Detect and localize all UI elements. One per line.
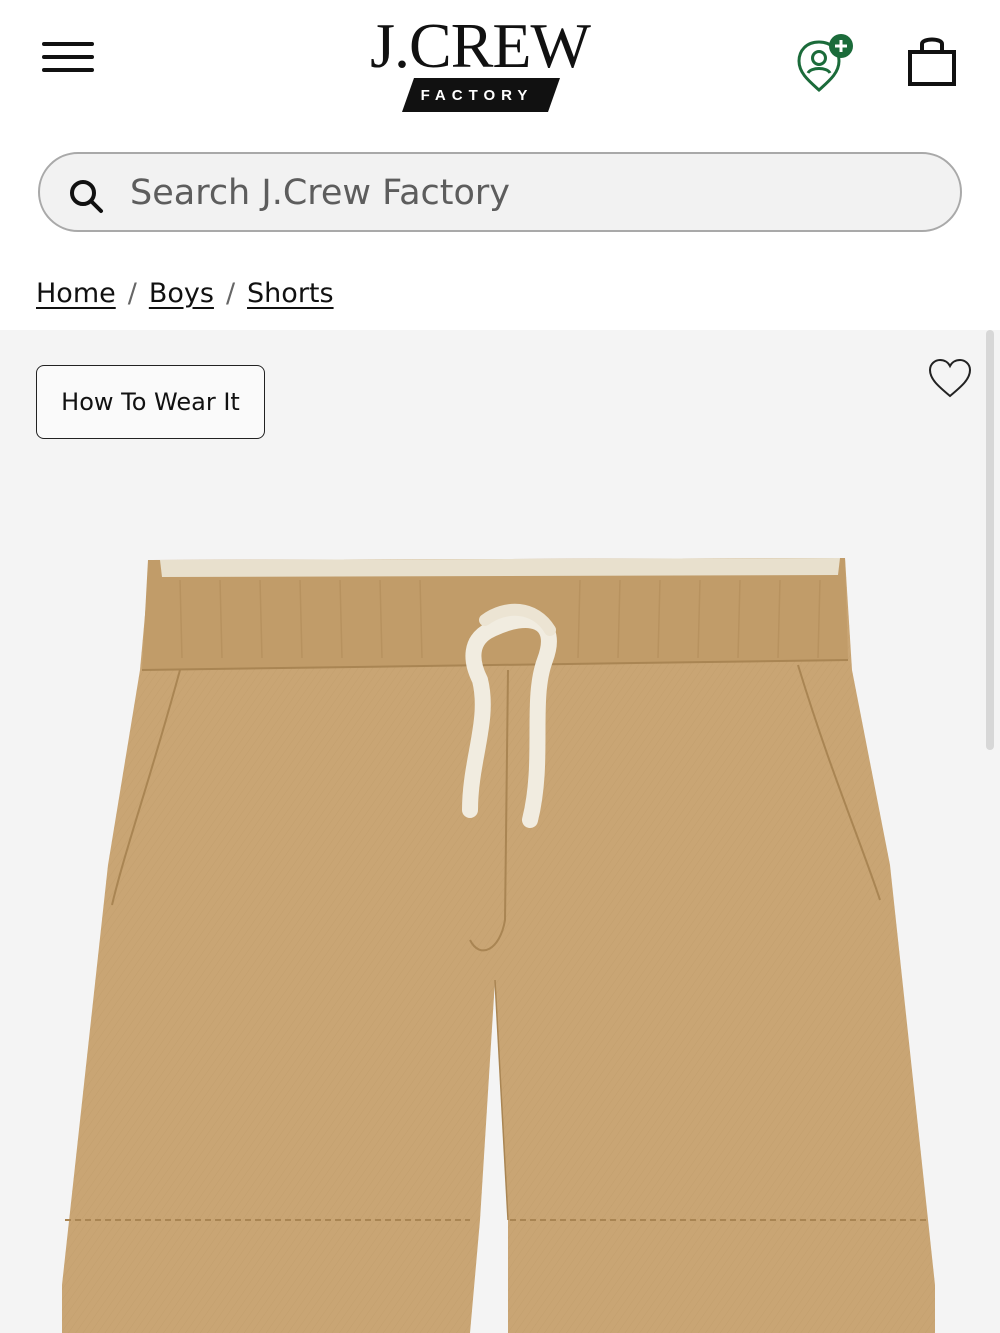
- breadcrumb-boys[interactable]: Boys: [149, 278, 214, 309]
- breadcrumb-separator: /: [127, 278, 137, 309]
- heart-icon[interactable]: [928, 358, 972, 400]
- logo-factory-text: FACTORY: [420, 87, 534, 104]
- how-to-wear-it-button[interactable]: How To Wear It: [36, 365, 265, 439]
- brand-logo[interactable]: J.CREW FACTORY: [360, 10, 600, 112]
- hamburger-menu-icon[interactable]: [40, 38, 96, 78]
- shopping-bag-icon[interactable]: [902, 34, 962, 90]
- search-icon: [70, 180, 103, 213]
- site-header: J.CREW FACTORY: [0, 0, 1000, 130]
- breadcrumb-shorts[interactable]: Shorts: [247, 278, 334, 309]
- breadcrumb-separator: /: [225, 278, 236, 309]
- search-input[interactable]: [128, 164, 932, 222]
- product-image[interactable]: [0, 520, 1000, 1333]
- logo-wordmark: J.CREW: [370, 10, 591, 81]
- scrollbar[interactable]: [986, 330, 994, 750]
- search-bar[interactable]: [38, 152, 962, 232]
- product-gallery: How To Wear It: [0, 330, 1000, 1333]
- breadcrumb-home[interactable]: Home: [36, 278, 116, 309]
- breadcrumb: Home / Boys / Shorts: [36, 278, 334, 318]
- account-location-icon[interactable]: [795, 32, 859, 96]
